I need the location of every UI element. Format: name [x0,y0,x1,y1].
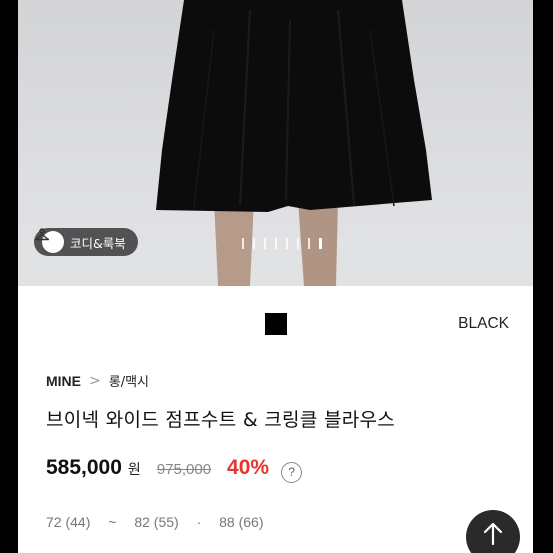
product-title: 브이넥 와이드 점프수트 & 크링클 블라우스 [46,409,396,431]
chevron-right-icon: > [89,372,101,389]
hanger-icon [34,228,64,253]
breadcrumb: MINE > 롱/맥시 [46,371,149,391]
image-pager [242,238,322,249]
pager-indicator[interactable] [264,238,266,249]
size-option[interactable]: 88 (66) [219,514,263,530]
color-swatch[interactable] [265,313,287,335]
size-separator: ~ [108,514,117,530]
size-list: 72 (44) ~ 82 (55) · 88 (66) [46,514,466,530]
brand-link[interactable]: MINE [46,373,81,389]
pager-indicator[interactable] [286,238,288,249]
pager-indicator[interactable] [242,238,244,249]
pager-indicator[interactable] [297,238,299,249]
discount-rate: 40% [227,456,270,479]
selected-color-name: BLACK [458,315,509,332]
original-price: 975,000 [156,461,212,478]
price-row: 585,000 원 975,000 40% ? [46,456,303,483]
product-info-sheet: BLACK MINE > 롱/맥시 브이넥 와이드 점프수트 & 크링클 블라우… [18,286,533,553]
pager-indicator[interactable] [253,238,255,249]
screen-frame-left [0,0,18,553]
pager-indicator-active[interactable] [319,238,322,249]
scroll-to-top-button[interactable] [466,510,520,553]
pager-indicator[interactable] [308,238,310,249]
help-icon[interactable]: ? [281,461,303,483]
sale-price: 585,000 [46,456,122,479]
pager-indicator[interactable] [275,238,277,249]
coordi-lookbook-button[interactable]: 코디&룩북 [34,228,138,256]
category-link[interactable]: 롱/맥시 [109,371,149,390]
size-option[interactable]: 82 (55) [134,514,178,530]
size-option[interactable]: 72 (44) [46,514,90,530]
coordi-lookbook-label: 코디&룩북 [70,235,126,251]
screen-frame-right [533,0,553,553]
app-screen: 코디&룩북 BLACK MINE > 롱/맥시 브이넥 와이드 점프수트 & 크… [0,0,553,553]
currency-unit: 원 [127,462,141,478]
size-separator: · [196,514,202,530]
arrow-up-icon [483,522,503,546]
product-hero-image[interactable]: 코디&룩북 [18,0,533,286]
